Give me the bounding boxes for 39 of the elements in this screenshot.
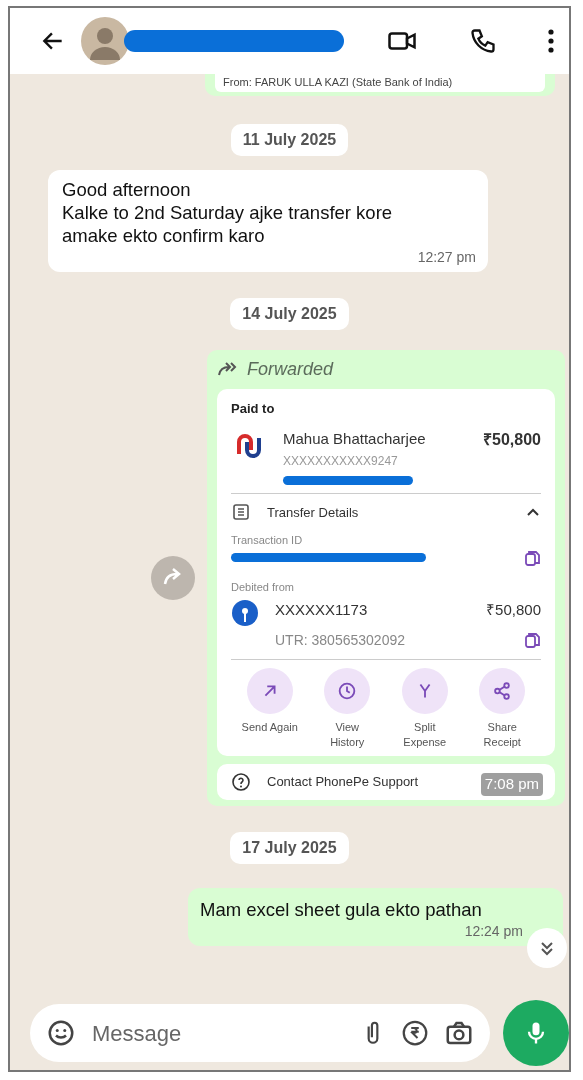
sticker-icon[interactable] xyxy=(46,1018,76,1048)
field-label: Debited from xyxy=(231,579,295,595)
receipt-icon xyxy=(231,502,251,523)
field-label: Transaction ID xyxy=(231,533,304,549)
bank-logo xyxy=(231,599,259,628)
avatar[interactable] xyxy=(80,16,130,66)
section-title: Transfer Details xyxy=(267,503,360,522)
amount: ₹50,800 xyxy=(483,430,541,451)
amount: ₹50,800 xyxy=(486,600,541,621)
message-time: 7:08 pm xyxy=(480,773,543,796)
payee-name: Mahua Bhattacharjee xyxy=(283,429,426,450)
message-text: Mam excel sheet gula ekto pathan xyxy=(200,897,483,921)
utr-number: UTR: 380565302092 xyxy=(275,630,405,650)
copy-icon[interactable] xyxy=(523,548,541,567)
account-number: XXXXXX1173 xyxy=(275,600,368,621)
support-link[interactable]: Contact PhonePe Support xyxy=(267,771,419,792)
rupee-icon[interactable] xyxy=(400,1018,430,1048)
action-button[interactable]: View History xyxy=(314,667,381,750)
more-options-icon[interactable] xyxy=(547,28,555,54)
message-field[interactable]: Message xyxy=(90,1015,346,1051)
action-button[interactable]: Split Expense xyxy=(391,667,458,750)
date-label: 11 July 2025 xyxy=(230,123,349,156)
account-number: XXXXXXXXXXX9247 xyxy=(283,453,399,471)
help-icon[interactable] xyxy=(231,771,251,792)
forwarded-icon xyxy=(217,361,239,378)
date-label: 17 July 2025 xyxy=(230,831,349,864)
message-text: Good afternoon Kalke to 2nd Saturday ajke transfer kore amake ekto confirm karo xyxy=(62,177,394,247)
copy-icon[interactable] xyxy=(523,631,541,650)
forwarded-text: From: FARUK ULLA KAZI (State Bank of India) xyxy=(215,74,545,92)
phone-icon[interactable] xyxy=(469,27,497,55)
date-label: 14 July 2025 xyxy=(230,297,349,330)
message-time: 12:27 pm xyxy=(417,248,476,265)
message-time: 12:24 pm xyxy=(464,922,523,939)
scroll-down-button[interactable] xyxy=(527,928,567,968)
forwarded-label: Forwarded xyxy=(247,357,334,381)
section-title: Paid to xyxy=(231,399,276,418)
action-button[interactable]: Send Again xyxy=(236,667,303,750)
action-button[interactable]: Share Receipt xyxy=(469,667,536,750)
message-input[interactable]: Message xyxy=(30,1004,490,1062)
